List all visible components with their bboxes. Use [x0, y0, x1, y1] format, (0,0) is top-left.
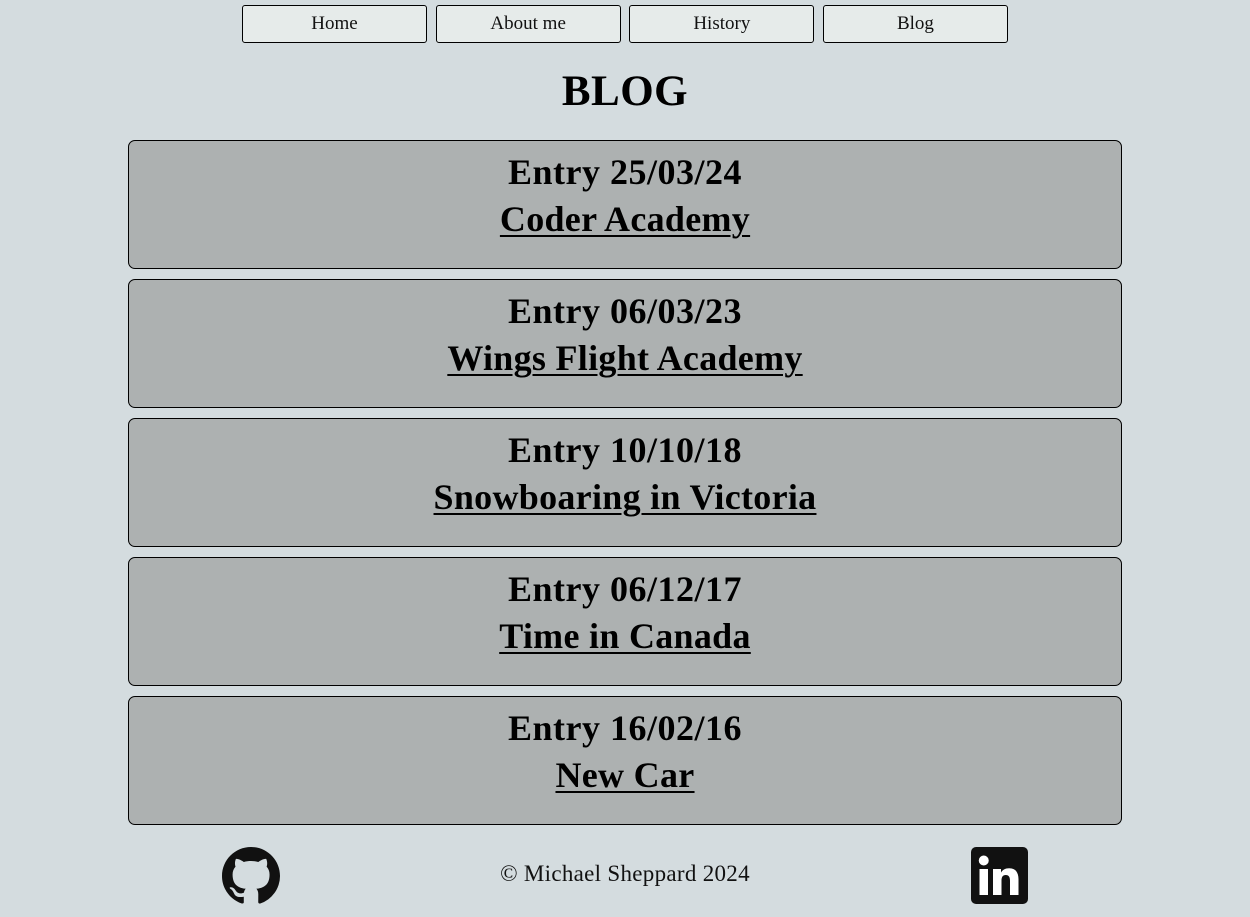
entry-date: Entry 06/03/23 — [507, 291, 742, 331]
entry-title-link[interactable]: Time in Canada — [499, 615, 751, 657]
entry-title-link[interactable]: Wings Flight Academy — [447, 337, 802, 379]
page-title: BLOG — [561, 68, 689, 115]
nav-home-button[interactable]: Home — [242, 5, 427, 43]
nav-history-button[interactable]: History — [629, 5, 815, 43]
main-nav: Home About me History Blog — [242, 5, 1008, 45]
entry-title-link[interactable]: New Car — [555, 754, 694, 796]
blog-entry-card: Entry 06/12/17 Time in Canada — [128, 557, 1122, 686]
page-footer: © Michael Sheppard 2024 — [0, 845, 1250, 907]
blog-entry-card: Entry 25/03/24 Coder Academy — [128, 140, 1122, 269]
entry-date: Entry 16/02/16 — [507, 708, 742, 748]
copyright-text: © Michael Sheppard 2024 — [500, 861, 750, 886]
nav-about-me-button[interactable]: About me — [435, 5, 621, 43]
entry-date: Entry 06/12/17 — [507, 569, 742, 609]
blog-entry-card: Entry 16/02/16 New Car — [128, 696, 1122, 825]
entry-date: Entry 25/03/24 — [507, 152, 742, 192]
entry-title-link[interactable]: Coder Academy — [500, 198, 750, 240]
blog-entry-card: Entry 10/10/18 Snowboaring in Victoria — [128, 418, 1122, 547]
blog-entry-card: Entry 06/03/23 Wings Flight Academy — [128, 279, 1122, 408]
blog-entries-list: Entry 25/03/24 Coder Academy Entry 06/03… — [128, 140, 1122, 835]
entry-date: Entry 10/10/18 — [507, 430, 742, 470]
nav-blog-button[interactable]: Blog — [822, 5, 1008, 43]
linkedin-icon[interactable] — [971, 847, 1028, 904]
entry-title-link[interactable]: Snowboaring in Victoria — [434, 476, 817, 518]
